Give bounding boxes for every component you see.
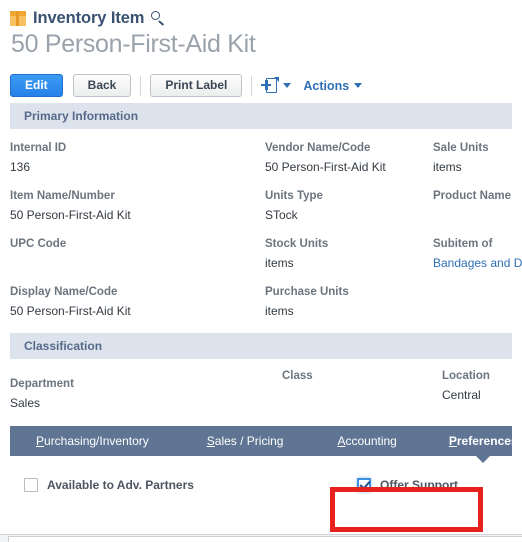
field-label: Product Name bbox=[433, 190, 511, 202]
field-label: Item Name/Number bbox=[10, 190, 115, 202]
field-value: Sales bbox=[10, 396, 41, 410]
tab-label: urchasing/Inventory bbox=[44, 434, 149, 448]
subitem-of-link[interactable]: Bandages and D bbox=[433, 255, 522, 272]
field-item-name-number: Item Name/Number 50 Person-First-Aid Kit bbox=[10, 189, 265, 224]
tab-accounting[interactable]: Accounting bbox=[323, 434, 410, 448]
field-label: Location bbox=[442, 370, 490, 382]
toolbar-divider bbox=[251, 75, 253, 96]
field-label: Department bbox=[10, 378, 74, 390]
field-label: Display Name/Code bbox=[10, 286, 118, 298]
field-value: 136 bbox=[10, 160, 31, 174]
field-label: Units Type bbox=[265, 190, 323, 202]
field-value: Central bbox=[442, 388, 481, 402]
field-label: Class bbox=[282, 370, 313, 382]
bottom-inner-frame bbox=[8, 536, 522, 542]
field-value: items bbox=[265, 304, 294, 318]
inventory-item-record-page: Inventory Item 50 Person-First-Aid Kit E… bbox=[0, 0, 522, 542]
tab-accesskey: P bbox=[448, 434, 457, 448]
tab-accesskey: S bbox=[206, 434, 215, 448]
field-label: UPC Code bbox=[10, 238, 67, 250]
checkbox-input[interactable] bbox=[24, 478, 38, 492]
checkbox-available-to-adv-partners[interactable]: Available to Adv. Partners bbox=[24, 478, 194, 492]
field-sale-units: Sale Units items bbox=[433, 141, 522, 176]
bottom-divider bbox=[0, 534, 522, 535]
field-class: Class bbox=[282, 369, 442, 412]
field-upc-code: UPC Code bbox=[10, 237, 265, 272]
tab-purchasing-inventory[interactable]: Purchasing/Inventory bbox=[22, 434, 163, 448]
tab-accesskey: P bbox=[36, 434, 45, 448]
field-value bbox=[433, 207, 522, 224]
field-units-type: Units Type STock bbox=[265, 189, 433, 224]
actions-menu-button[interactable]: Actions bbox=[303, 78, 363, 93]
primary-information-band: Primary Information bbox=[10, 103, 512, 129]
classification-fields: Department Sales Class Location Central bbox=[10, 359, 512, 412]
package-box-icon bbox=[10, 10, 26, 26]
field-label: Internal ID bbox=[10, 142, 67, 154]
field-label: Subitem of bbox=[433, 238, 493, 250]
record-type-label: Inventory Item bbox=[33, 8, 145, 27]
checkbox-input[interactable] bbox=[357, 478, 371, 492]
field-label: Sale Units bbox=[433, 142, 489, 154]
back-button[interactable]: Back bbox=[72, 74, 132, 97]
field-internal-id: Internal ID 136 bbox=[10, 141, 265, 176]
field-location: Location Central bbox=[442, 369, 512, 412]
tab-sales-pricing[interactable]: Sales / Pricing bbox=[193, 434, 298, 448]
field-department: Department Sales bbox=[10, 369, 282, 412]
field-subitem-of: Subitem of Bandages and D bbox=[433, 237, 522, 272]
field-product-name: Product Name bbox=[433, 189, 522, 224]
field-value: 50 Person-First-Aid Kit bbox=[265, 160, 386, 174]
field-value bbox=[282, 387, 442, 404]
field-value: 50 Person-First-Aid Kit bbox=[10, 304, 131, 318]
field-display-name-code: Display Name/Code 50 Person-First-Aid Ki… bbox=[10, 285, 265, 320]
primary-column-1: Internal ID 136 Item Name/Number 50 Pers… bbox=[10, 129, 265, 333]
classification-band: Classification bbox=[10, 333, 512, 359]
tab-label: ccounting bbox=[345, 434, 397, 448]
edit-button[interactable]: Edit bbox=[10, 74, 63, 97]
field-value: 50 Person-First-Aid Kit bbox=[10, 208, 131, 222]
search-icon[interactable] bbox=[151, 11, 165, 25]
checkbox-offer-support[interactable]: Offer Support bbox=[357, 478, 458, 492]
record-header: Inventory Item 50 Person-First-Aid Kit bbox=[0, 0, 522, 59]
new-document-icon bbox=[261, 77, 280, 95]
record-toolbar: Edit Back Print Label Actions bbox=[0, 59, 522, 103]
field-value: STock bbox=[265, 208, 298, 222]
new-document-button[interactable] bbox=[261, 77, 292, 95]
chevron-down-icon bbox=[354, 83, 363, 88]
actions-label: Actions bbox=[303, 78, 350, 93]
primary-column-2: Vendor Name/Code 50 Person-First-Aid Kit… bbox=[265, 129, 433, 333]
checkbox-label: Offer Support bbox=[380, 478, 458, 492]
chevron-down-icon bbox=[283, 83, 292, 88]
field-label: Purchase Units bbox=[265, 286, 349, 298]
primary-column-3: Sale Units items Product Name Subitem of… bbox=[433, 129, 522, 333]
checkbox-label: Available to Adv. Partners bbox=[47, 478, 194, 492]
record-tab-bar: Purchasing/Inventory Sales / Pricing Acc… bbox=[10, 426, 518, 463]
toolbar-divider bbox=[140, 75, 142, 96]
field-value: items bbox=[433, 160, 462, 174]
field-stock-units: Stock Units items bbox=[265, 237, 433, 272]
tab-label: references bbox=[456, 434, 518, 448]
tab-label: ales / Pricing bbox=[214, 434, 284, 448]
field-value bbox=[10, 255, 265, 272]
preferences-panel: Available to Adv. Partners Offer Support bbox=[10, 472, 512, 516]
primary-information-fields: Internal ID 136 Item Name/Number 50 Pers… bbox=[10, 129, 522, 333]
page-title: 50 Person-First-Aid Kit bbox=[11, 30, 256, 58]
tab-preferences[interactable]: Preferences bbox=[435, 434, 522, 448]
field-vendor-name-code: Vendor Name/Code 50 Person-First-Aid Kit bbox=[265, 141, 433, 176]
print-label-button[interactable]: Print Label bbox=[150, 74, 243, 97]
record-type-line: Inventory Item bbox=[10, 7, 522, 29]
active-tab-pointer bbox=[475, 455, 492, 463]
field-value: items bbox=[265, 256, 294, 270]
field-label: Vendor Name/Code bbox=[265, 142, 371, 154]
field-purchase-units: Purchase Units items bbox=[265, 285, 433, 320]
field-label: Stock Units bbox=[265, 238, 329, 250]
